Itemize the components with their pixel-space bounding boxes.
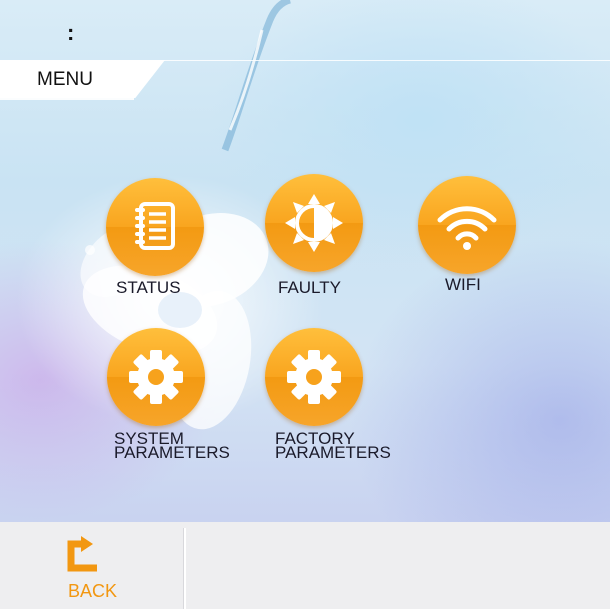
status-button[interactable] [106, 178, 204, 276]
half-sun-icon [285, 194, 343, 252]
menu-item-wifi[interactable]: WIFI [418, 176, 528, 301]
menu-item-system-parameters[interactable]: SYSTEM PARAMETERS [107, 328, 257, 468]
factory-parameters-label-line2: PARAMETERS [275, 443, 391, 462]
back-button[interactable]: BACK [40, 522, 140, 609]
faulty-button[interactable] [265, 174, 363, 272]
menu-item-faulty[interactable]: FAULTY [265, 174, 375, 299]
top-bar-title: : [67, 20, 75, 45]
gear-icon [287, 350, 341, 404]
menu-tab: MENU [0, 60, 165, 98]
system-parameters-label-line2: PARAMETERS [114, 443, 230, 462]
gear-icon [129, 350, 183, 404]
status-label: STATUS [116, 278, 181, 297]
document-list-icon [135, 202, 175, 250]
menu-screen: : MENU STATUS FAULTY WIFI SYSTEM PARAMET… [0, 0, 610, 609]
faulty-label: FAULTY [278, 278, 341, 297]
wifi-label: WIFI [445, 275, 481, 294]
system-parameters-button[interactable] [107, 328, 205, 426]
back-label: BACK [68, 581, 118, 601]
menu-item-status[interactable]: STATUS [106, 178, 216, 303]
menu-item-factory-parameters[interactable]: FACTORY PARAMETERS [265, 328, 415, 468]
footer-divider [183, 528, 186, 609]
wifi-button[interactable] [418, 176, 516, 274]
top-bar: : [0, 0, 610, 61]
menu-tab-label: MENU [37, 69, 93, 90]
menu-tab-underline [0, 98, 134, 100]
wifi-icon [437, 206, 497, 250]
factory-parameters-button[interactable] [265, 328, 363, 426]
back-arrow-icon [67, 536, 97, 572]
footer-bar: BACK [0, 522, 610, 609]
